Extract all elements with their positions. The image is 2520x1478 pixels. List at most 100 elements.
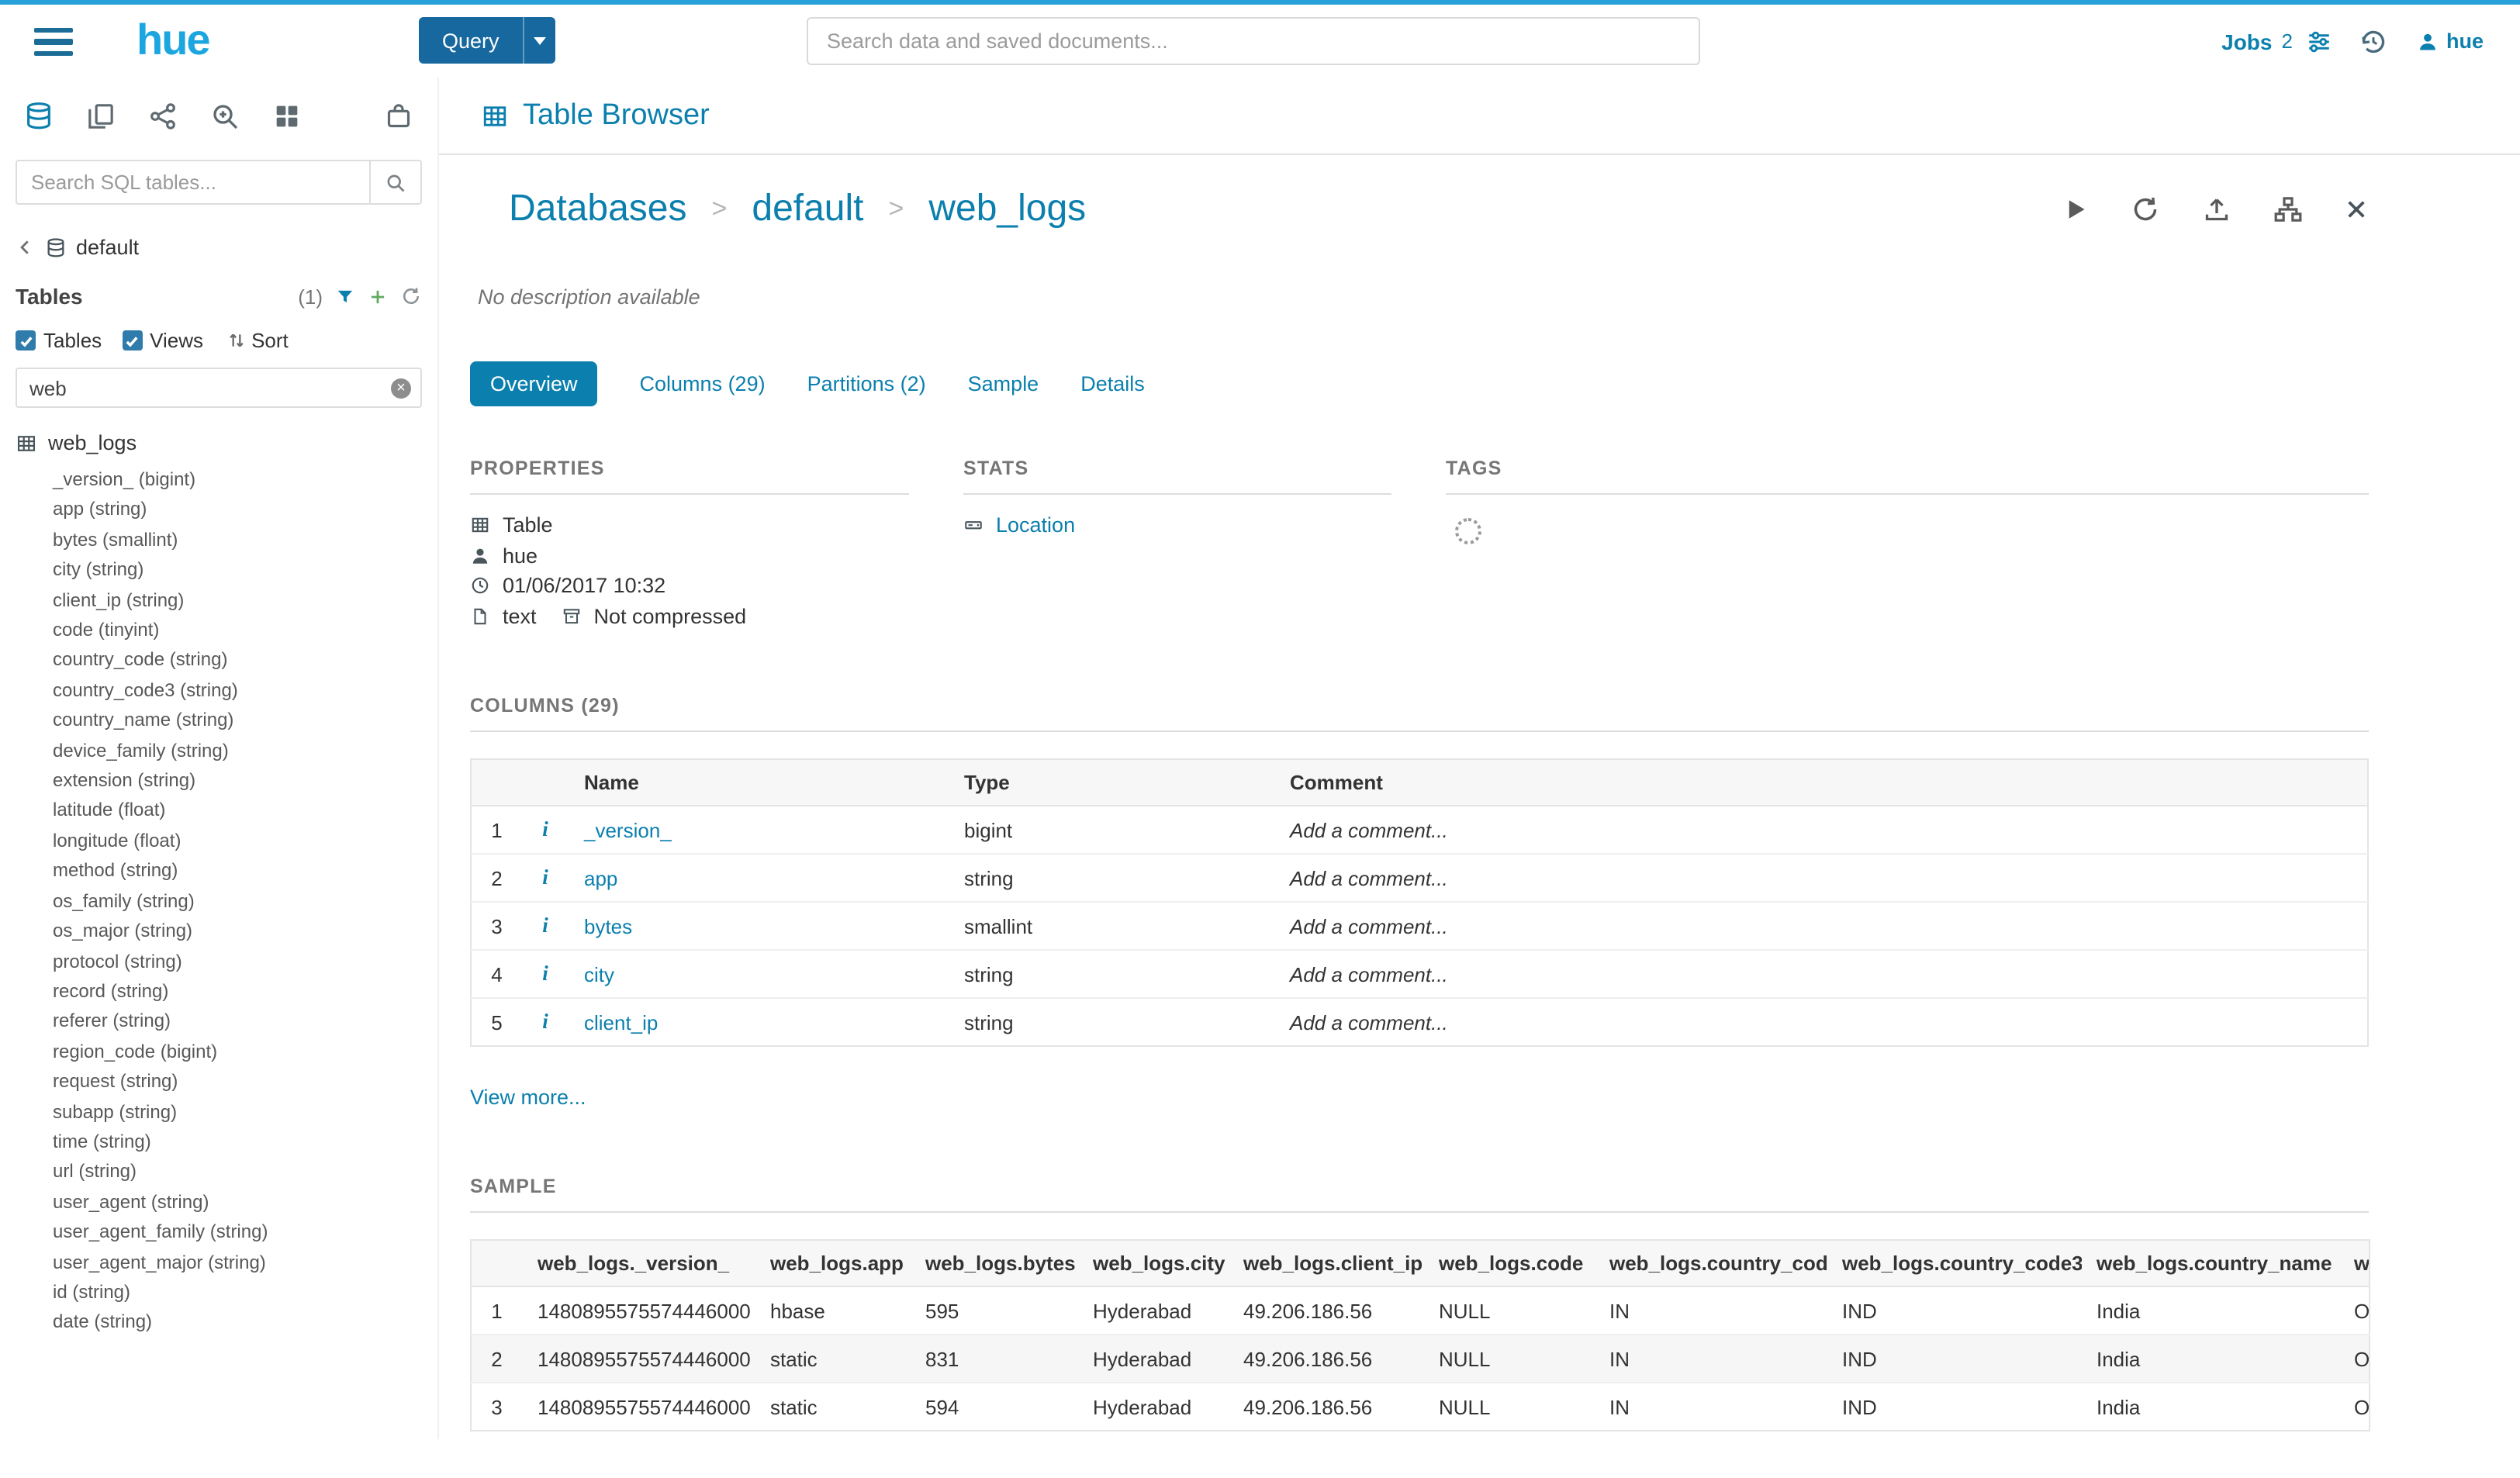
sidebar-column-item[interactable]: city (string) xyxy=(53,555,422,585)
sidebar-column-item[interactable]: id (string) xyxy=(53,1278,422,1308)
add-table-icon[interactable] xyxy=(368,286,388,306)
sidebar-column-item[interactable]: protocol (string) xyxy=(53,947,422,977)
tab-details[interactable]: Details xyxy=(1080,372,1145,395)
sidebar-column-item[interactable]: longitude (float) xyxy=(53,827,422,857)
tab-columns[interactable]: Columns (29) xyxy=(640,372,766,395)
sidebar-column-item[interactable]: request (string) xyxy=(53,1067,422,1097)
jobs-link[interactable]: Jobs xyxy=(2221,29,2272,54)
add-comment-field[interactable]: Add a comment... xyxy=(1274,806,2368,854)
views-checkbox[interactable] xyxy=(122,330,142,351)
sidebar-column-item[interactable]: code (tinyint) xyxy=(53,616,422,646)
query-button[interactable]: Query xyxy=(419,17,523,64)
sidebar-column-item[interactable]: _version_ (bigint) xyxy=(53,465,422,496)
add-comment-field[interactable]: Add a comment... xyxy=(1274,854,2368,902)
sidebar-column-item[interactable]: extension (string) xyxy=(53,766,422,796)
table-grid-icon xyxy=(16,432,37,454)
column-name-link[interactable]: bytes xyxy=(584,914,632,938)
sidebar-column-item[interactable]: url (string) xyxy=(53,1158,422,1188)
global-search-input[interactable] xyxy=(807,17,1700,65)
tab-sample[interactable]: Sample xyxy=(968,372,1039,395)
sql-table-search-input[interactable] xyxy=(17,161,369,203)
column-name-link[interactable]: client_ip xyxy=(584,1010,658,1034)
sidebar-column-item[interactable]: time (string) xyxy=(53,1127,422,1158)
zoom-in-icon[interactable] xyxy=(209,101,240,132)
properties-section: PROPERTIES Table xyxy=(470,458,909,631)
refresh-icon[interactable] xyxy=(2130,194,2161,225)
sample-cell: static xyxy=(755,1383,910,1431)
sidebar-column-item[interactable]: record (string) xyxy=(53,977,422,1007)
column-name-link[interactable]: app xyxy=(584,866,617,889)
sidebar-column-item[interactable]: date (string) xyxy=(53,1308,422,1338)
tab-overview[interactable]: Overview xyxy=(470,361,598,406)
add-comment-field[interactable]: Add a comment... xyxy=(1274,902,2368,950)
add-comment-field[interactable]: Add a comment... xyxy=(1274,950,2368,998)
tables-checkbox[interactable] xyxy=(16,330,36,351)
sidebar-column-item[interactable]: country_name (string) xyxy=(53,706,422,737)
sidebar-column-item[interactable]: country_code (string) xyxy=(53,646,422,676)
sidebar-column-item[interactable]: device_family (string) xyxy=(53,736,422,766)
sidebar-column-item[interactable]: method (string) xyxy=(53,857,422,887)
sample-table-wrap: web_logs._version_web_logs.appweb_logs.b… xyxy=(470,1239,2369,1431)
query-dropdown-toggle[interactable] xyxy=(523,17,555,64)
info-icon[interactable] xyxy=(542,913,548,937)
column-name-link[interactable]: _version_ xyxy=(584,818,672,841)
sort-label[interactable]: Sort xyxy=(251,329,289,352)
sample-table: web_logs._version_web_logs.appweb_logs.b… xyxy=(470,1239,2370,1431)
info-icon[interactable] xyxy=(542,817,548,841)
sample-cell: O xyxy=(2339,1383,2370,1431)
add-comment-field[interactable]: Add a comment... xyxy=(1274,998,2368,1046)
tables-checkbox-label[interactable]: Tables xyxy=(43,329,102,352)
upload-icon[interactable] xyxy=(2201,194,2232,225)
query-play-icon[interactable] xyxy=(2062,195,2090,223)
row-number: 3 xyxy=(471,902,522,950)
filter-funnel-icon[interactable] xyxy=(335,286,355,306)
sample-column-header: web_logs.client_ip xyxy=(1228,1240,1423,1286)
info-icon[interactable] xyxy=(542,865,548,889)
sidebar-column-item[interactable]: bytes (smallint) xyxy=(53,526,422,556)
sidebar-column-item[interactable]: region_code (bigint) xyxy=(53,1037,422,1067)
chevron-left-icon[interactable] xyxy=(16,237,36,257)
table-description[interactable]: No description available xyxy=(478,285,2369,309)
sidebar-column-item[interactable]: os_major (string) xyxy=(53,917,422,947)
sitemap-icon[interactable] xyxy=(2273,194,2304,225)
info-icon[interactable] xyxy=(542,1010,548,1033)
sidebar-column-item[interactable]: subapp (string) xyxy=(53,1097,422,1127)
views-checkbox-label[interactable]: Views xyxy=(150,329,203,352)
refresh-tables-icon[interactable] xyxy=(400,285,422,307)
documents-copy-icon[interactable] xyxy=(85,101,116,132)
sql-databases-icon[interactable] xyxy=(23,101,54,132)
view-more-link[interactable]: View more... xyxy=(470,1086,586,1109)
clear-filter-icon[interactable] xyxy=(391,378,411,398)
sidebar-column-item[interactable]: user_agent (string) xyxy=(53,1188,422,1218)
apps-grid-icon[interactable] xyxy=(271,101,302,132)
current-database-label[interactable]: default xyxy=(76,236,139,259)
close-icon[interactable] xyxy=(2344,197,2369,222)
breadcrumb-databases[interactable]: Databases xyxy=(509,188,687,231)
sidebar-column-item[interactable]: referer (string) xyxy=(53,1007,422,1038)
hue-logo[interactable]: hue xyxy=(137,16,209,65)
share-nodes-icon[interactable] xyxy=(147,101,178,132)
sliders-icon[interactable] xyxy=(2305,27,2333,55)
table-name-filter-input[interactable] xyxy=(16,368,422,408)
breadcrumb-table[interactable]: web_logs xyxy=(928,188,1086,231)
search-icon xyxy=(385,171,406,193)
sidebar-column-item[interactable]: user_agent_major (string) xyxy=(53,1248,422,1278)
sidebar-column-item[interactable]: country_code3 (string) xyxy=(53,676,422,706)
tab-partitions[interactable]: Partitions (2) xyxy=(807,372,926,395)
column-name-link[interactable]: city xyxy=(584,962,614,986)
info-icon[interactable] xyxy=(542,962,548,985)
history-icon[interactable] xyxy=(2358,26,2389,57)
location-link[interactable]: Location xyxy=(996,514,1075,537)
hamburger-menu-icon[interactable] xyxy=(34,28,73,56)
sql-table-search-button[interactable] xyxy=(369,161,420,203)
sidebar-column-item[interactable]: app (string) xyxy=(53,496,422,526)
user-menu[interactable]: hue xyxy=(2417,29,2484,53)
breadcrumb-database[interactable]: default xyxy=(752,188,863,231)
sidebar-column-item[interactable]: user_agent_family (string) xyxy=(53,1217,422,1248)
sort-arrows-icon[interactable] xyxy=(226,330,247,351)
bag-icon[interactable] xyxy=(383,101,414,132)
sidebar-column-item[interactable]: latitude (float) xyxy=(53,796,422,827)
table-list-item[interactable]: web_logs xyxy=(16,431,422,454)
sidebar-column-item[interactable]: client_ip (string) xyxy=(53,585,422,616)
sidebar-column-item[interactable]: os_family (string) xyxy=(53,886,422,917)
